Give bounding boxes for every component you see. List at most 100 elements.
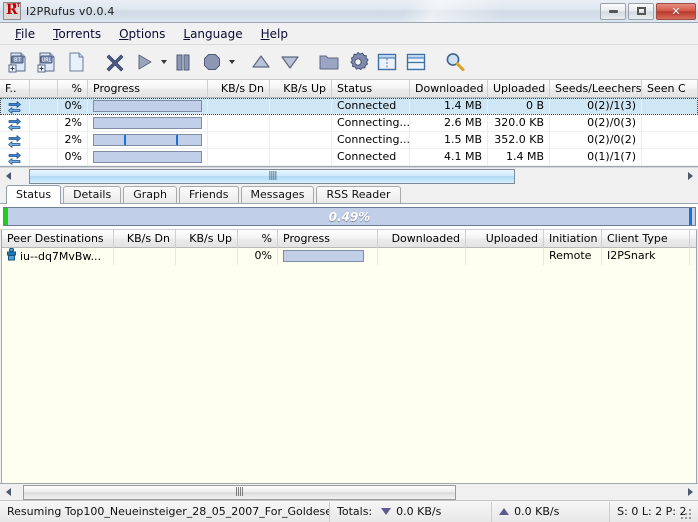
peer-column-header-up[interactable]: KB/s Up xyxy=(176,230,238,248)
create-torrent-button[interactable] xyxy=(62,48,90,76)
remove-torrent-button[interactable] xyxy=(101,48,129,76)
torrent-column-header-dn[interactable]: KB/s Dn xyxy=(208,79,270,98)
menu-item-help[interactable]: Help xyxy=(252,25,297,43)
stop-torrent-button[interactable] xyxy=(198,48,226,76)
torrent-cell-uploaded: 0 B xyxy=(488,97,550,115)
torrent-cell-dn xyxy=(208,131,270,149)
peer-column-header-dn[interactable]: KB/s Dn xyxy=(114,230,176,248)
menu-file-rest: ile xyxy=(21,26,36,41)
layout-split-horizontal-button[interactable] xyxy=(402,48,430,76)
peer-column-header-init[interactable]: Initiation xyxy=(544,230,602,248)
scroll-track[interactable]: |||| xyxy=(16,168,682,184)
tab-graph[interactable]: Graph xyxy=(123,186,177,203)
minimize-button[interactable] xyxy=(600,2,626,20)
arrow-down-icon xyxy=(381,508,392,515)
torrent-cell-status: Connecting... xyxy=(332,131,410,149)
peer-column-header-name[interactable]: Name xyxy=(690,230,696,248)
peer-scroll-thumb-grip: |||| xyxy=(235,487,244,497)
tab-details[interactable]: Details xyxy=(63,186,122,203)
menu-item-options[interactable]: Options xyxy=(110,25,174,43)
torrent-column-header-down[interactable]: Downloaded xyxy=(410,79,488,98)
start-torrent-button[interactable] xyxy=(130,48,158,76)
peer-table-hscrollbar[interactable]: |||| xyxy=(0,483,698,500)
peer-column-header-progress[interactable]: Progress xyxy=(278,230,378,248)
minimize-icon xyxy=(608,9,618,13)
torrent-column-header-progress[interactable]: Progress xyxy=(88,79,208,98)
search-button[interactable] xyxy=(441,48,469,76)
open-folder-button[interactable] xyxy=(315,48,343,76)
peer-scroll-right-button[interactable] xyxy=(682,485,698,500)
torrent-cell-seen xyxy=(642,149,698,166)
table-row[interactable]: 2% Connecting... 2.6 MB 320.0 KB 0(2)/0(3) xyxy=(0,114,698,132)
maximize-icon xyxy=(636,7,646,15)
start-dropdown-button[interactable] xyxy=(159,48,168,76)
menu-item-language[interactable]: Language xyxy=(174,25,251,43)
torrent-cell-down: 2.6 MB xyxy=(410,114,488,132)
peer-scroll-left-button[interactable] xyxy=(0,485,16,500)
peer-column-header-percent[interactable]: % xyxy=(238,230,278,248)
table-row[interactable]: 0% Connected 1.4 MB 0 B 0(2)/1(3) xyxy=(0,97,698,115)
torrent-column-header-up[interactable]: KB/s Up xyxy=(270,79,332,98)
preferences-button[interactable] xyxy=(344,48,372,76)
torrent-cell-uploaded: 1.4 MB xyxy=(488,148,550,166)
peer-progress-bar xyxy=(278,248,378,265)
tab-rss-reader[interactable]: RSS Reader xyxy=(316,186,401,203)
menu-item-torrents[interactable]: Torrents xyxy=(44,25,110,43)
stop-dropdown-button[interactable] xyxy=(227,48,236,76)
add-torrent-file-button[interactable]: BT xyxy=(4,48,32,76)
torrent-cell-seen xyxy=(642,98,698,115)
torrent-column-header-status[interactable]: Status xyxy=(332,79,410,98)
peer-icon xyxy=(7,248,16,265)
list-item[interactable]: iu--dq7MvBw... 0% Remote I2PSnark xyxy=(2,248,696,265)
peer-cell-up2 xyxy=(466,248,544,265)
peer-cell-dn xyxy=(114,248,176,265)
torrent-column-header-seen[interactable]: Seen C xyxy=(642,79,698,98)
scroll-thumb[interactable]: |||| xyxy=(29,168,516,184)
layout-split-vertical-button[interactable] xyxy=(373,48,401,76)
maximize-button[interactable] xyxy=(628,2,654,20)
torrent-column-header-uploaded[interactable]: Uploaded xyxy=(488,79,550,98)
scroll-left-button[interactable] xyxy=(0,169,16,184)
table-row[interactable]: 2% Connecting... 1.5 MB 352.0 KB 0(2)/0(2) xyxy=(0,131,698,149)
peer-scroll-thumb[interactable]: |||| xyxy=(22,484,456,500)
torrent-cell-spacer xyxy=(30,114,58,132)
status-message: Resuming Top100_Neueinsteiger_28_05_2007… xyxy=(7,505,330,518)
torrent-status-icon xyxy=(0,131,30,149)
peer-column-header-client[interactable]: Client Type xyxy=(602,230,690,248)
status-upload-cell: 0.0 KB/s xyxy=(492,501,611,522)
svg-text:BT: BT xyxy=(14,58,22,64)
tab-status[interactable]: Status xyxy=(6,185,62,204)
peer-cell-client: I2PSnark xyxy=(602,248,690,265)
torrent-cell-percent: 0% xyxy=(58,148,88,166)
pause-torrent-button[interactable] xyxy=(169,48,197,76)
torrent-progress-bar xyxy=(88,131,208,149)
move-up-button[interactable] xyxy=(247,48,275,76)
menu-bar: File Torrents Options Language Help xyxy=(0,23,698,45)
table-row[interactable]: 0% Connected 4.1 MB 1.4 MB 0(1)/1(7) xyxy=(0,148,698,166)
close-button[interactable]: ✕ xyxy=(656,2,696,20)
toolbar: BT URL xyxy=(0,45,698,80)
application-window: R BT I2PRufus v0.0.4 ✕ File Torrents Opti… xyxy=(0,0,698,522)
progress-track xyxy=(93,150,202,163)
torrent-cell-up xyxy=(270,131,332,149)
torrent-column-header-seeds[interactable]: Seeds/Leechers xyxy=(550,79,642,98)
torrent-column-header-file[interactable]: F.. xyxy=(0,79,30,98)
peer-column-header-up2[interactable]: Uploaded xyxy=(466,230,544,248)
tab-messages[interactable]: Messages xyxy=(240,186,315,203)
menu-item-file[interactable]: File xyxy=(6,25,44,43)
scroll-right-button[interactable] xyxy=(682,169,698,184)
torrent-list-hscrollbar[interactable]: |||| xyxy=(0,167,698,184)
torrent-column-header-percent[interactable]: % xyxy=(58,79,88,98)
close-icon: ✕ xyxy=(671,4,681,18)
status-counts-cell: S: 0 L: 2 P: 2 xyxy=(610,502,698,522)
peer-column-header-dest[interactable]: Peer Destinations xyxy=(2,230,114,248)
torrent-transfer-icon xyxy=(8,100,21,114)
detail-tabs: Status Details Graph Friends Messages RSS Rea… xyxy=(0,184,698,204)
peer-column-header-down[interactable]: Downloaded xyxy=(378,230,466,248)
peer-scroll-track[interactable]: |||| xyxy=(16,484,682,500)
move-down-button[interactable] xyxy=(276,48,304,76)
torrent-column-header-spacer[interactable] xyxy=(30,79,58,98)
add-torrent-url-button[interactable]: URL xyxy=(33,48,61,76)
torrent-cell-up xyxy=(270,148,332,166)
tab-friends[interactable]: Friends xyxy=(178,186,239,203)
